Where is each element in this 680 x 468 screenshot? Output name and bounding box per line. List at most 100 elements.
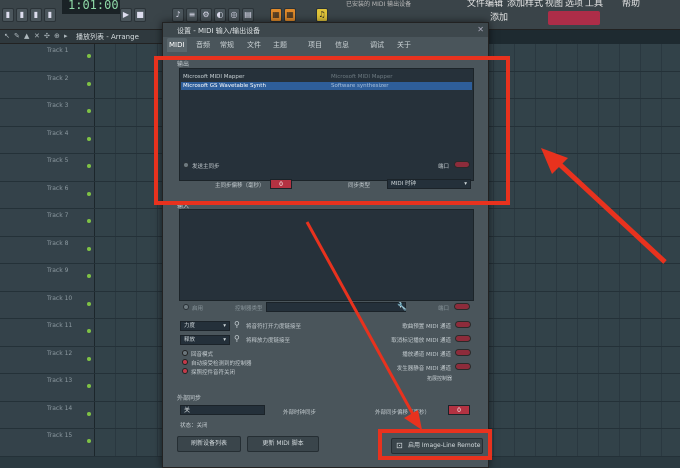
track-header[interactable]: Track 5	[0, 154, 95, 181]
rescan-scripts-button[interactable]: 更新 MIDI 脚本	[247, 436, 319, 452]
toolbar-icon-7[interactable]: ♪	[172, 8, 184, 22]
track-header[interactable]: Track 9	[0, 264, 95, 291]
tab-1[interactable]: 音频	[194, 38, 212, 52]
external-sync-value[interactable]: 关	[180, 405, 265, 415]
menu-item[interactable]: 样式	[525, 0, 543, 9]
tab-8[interactable]: 关于	[395, 38, 413, 52]
brush-icon[interactable]: ▲	[24, 32, 32, 41]
tab-4[interactable]: 主题	[271, 38, 289, 52]
tab-3[interactable]: 文件	[245, 38, 263, 52]
link-icon[interactable]: ⚲	[234, 334, 240, 343]
track-header[interactable]: Track 6	[0, 181, 95, 208]
add-label[interactable]: 添加	[490, 10, 508, 23]
track-header[interactable]: Track 3	[0, 99, 95, 126]
toolbar-icon-11[interactable]: ◎	[228, 8, 240, 22]
track-led[interactable]	[87, 329, 91, 333]
track-led[interactable]	[87, 136, 91, 141]
track-header[interactable]: Track 15	[0, 429, 95, 456]
output-device-list[interactable]: Microsoft MIDI Mapper Microsoft MIDI Mapp…	[179, 68, 474, 181]
play-channel-selector[interactable]	[455, 349, 471, 356]
zoom-icon[interactable]: ⊕	[54, 32, 62, 41]
sync-type-dropdown[interactable]: MIDI 时钟 ▾	[387, 179, 471, 189]
arrow-icon[interactable]: ↖	[4, 32, 12, 41]
song-preset-channel[interactable]	[455, 321, 471, 328]
note-off-radio[interactable]	[182, 368, 188, 374]
output-port-selector[interactable]	[454, 161, 470, 168]
controller-link[interactable]: 拓展控制器	[427, 375, 452, 382]
track-header[interactable]: Track 2	[0, 71, 95, 98]
track-header[interactable]: Track 14	[0, 401, 95, 428]
track-header[interactable]: Track 7	[0, 209, 95, 236]
send-sync-toggle[interactable]	[183, 162, 189, 168]
pencil-icon[interactable]: ✎	[14, 32, 22, 41]
toolbar-icon-6[interactable]: ■	[134, 8, 146, 22]
release-velocity-dropdown[interactable]: 释放 ▾	[180, 335, 230, 345]
menu-item[interactable]: 选项	[565, 0, 583, 9]
refresh-devices-button[interactable]: 刷新设备列表	[177, 436, 241, 452]
generator-mute-channel[interactable]	[455, 363, 471, 370]
toolbar-icon-9[interactable]: ⚙	[200, 8, 212, 22]
output-device-row[interactable]: Microsoft MIDI Mapper Microsoft MIDI Mapp…	[181, 73, 472, 81]
tab-2[interactable]: 常规	[218, 38, 236, 52]
menu-item[interactable]: 工具	[585, 0, 603, 9]
toolbar-icon-15[interactable]: ♫	[316, 8, 328, 22]
toolbar-icon-14[interactable]: ▦	[284, 8, 296, 22]
toolbar-icon-5[interactable]: ▶	[120, 8, 132, 22]
enable-remote-button[interactable]: ⊡ 启用 Image-Line Remote	[391, 438, 483, 454]
track-led[interactable]	[87, 356, 91, 361]
mute-icon[interactable]: ✣	[44, 32, 52, 41]
track-led[interactable]	[87, 219, 91, 223]
track-led[interactable]	[87, 109, 91, 113]
toolbar-icon-4[interactable]: ▮	[44, 8, 56, 22]
toolbar-icon-1[interactable]: ▮	[2, 8, 14, 22]
unmark-play-channel[interactable]	[455, 335, 471, 342]
wrench-icon[interactable]: 🔧	[397, 302, 407, 311]
play-icon[interactable]: ▸	[64, 32, 72, 41]
track-led[interactable]	[87, 54, 91, 58]
auto-accept-radio[interactable]	[182, 359, 188, 365]
toolbar-icon-3[interactable]: ▮	[30, 8, 42, 22]
note-on-velocity-dropdown[interactable]: 力度 ▾	[180, 321, 230, 331]
tab-6[interactable]: 信息	[333, 38, 351, 52]
omni-mode-radio[interactable]	[182, 350, 188, 356]
track-header[interactable]: Track 4	[0, 126, 95, 153]
track-led[interactable]	[87, 301, 91, 306]
toolbar-icon-10[interactable]: ◐	[214, 8, 226, 22]
dialog-titlebar[interactable]: 设置 - MIDI 输入/输出设备 ✕	[163, 23, 488, 37]
output-device-row[interactable]: Microsoft GS Wavetable Synth Software syn…	[181, 82, 472, 90]
menu-item[interactable]: 编辑	[485, 0, 503, 9]
menu-item[interactable]: 视图	[545, 0, 563, 9]
track-led[interactable]	[87, 384, 91, 388]
toolbar-icon-2[interactable]: ▮	[16, 8, 28, 22]
track-header[interactable]: Track 11	[0, 319, 95, 346]
input-port-selector[interactable]	[454, 303, 470, 310]
input-device-list[interactable]	[179, 209, 474, 301]
track-header[interactable]: Track 13	[0, 374, 95, 401]
track-led[interactable]	[87, 411, 91, 416]
track-header[interactable]: Track 8	[0, 236, 95, 263]
track-led[interactable]	[87, 274, 91, 278]
track-header[interactable]: Track 10	[0, 291, 95, 318]
track-header[interactable]: Track 12	[0, 346, 95, 373]
track-led[interactable]	[87, 81, 91, 86]
track-led[interactable]	[87, 191, 91, 196]
close-icon[interactable]: ✕	[477, 25, 484, 34]
menu-item[interactable]: 文件	[467, 0, 485, 9]
delete-icon[interactable]: ✕	[34, 32, 42, 41]
controller-type-dropdown[interactable]: ▾	[266, 302, 406, 312]
toolbar-icon-12[interactable]: ▤	[242, 8, 254, 22]
menu-item[interactable]: 帮助	[622, 0, 640, 9]
track-header[interactable]: Track 1	[0, 44, 95, 71]
track-led[interactable]	[87, 246, 91, 251]
ext-offset-value[interactable]: 0	[448, 405, 470, 415]
track-led[interactable]	[87, 439, 91, 443]
song-time-display[interactable]: 1:01:00	[62, 0, 120, 14]
track-led[interactable]	[87, 164, 91, 168]
tab-5[interactable]: 项目	[306, 38, 324, 52]
input-enable-toggle[interactable]	[183, 304, 189, 310]
offset-value[interactable]: 0	[270, 179, 292, 189]
tab-7[interactable]: 调试	[368, 38, 386, 52]
toolbar-icon-8[interactable]: ≡	[186, 8, 198, 22]
link-icon[interactable]: ⚲	[234, 320, 240, 329]
tab-0[interactable]: MIDI	[167, 38, 187, 52]
